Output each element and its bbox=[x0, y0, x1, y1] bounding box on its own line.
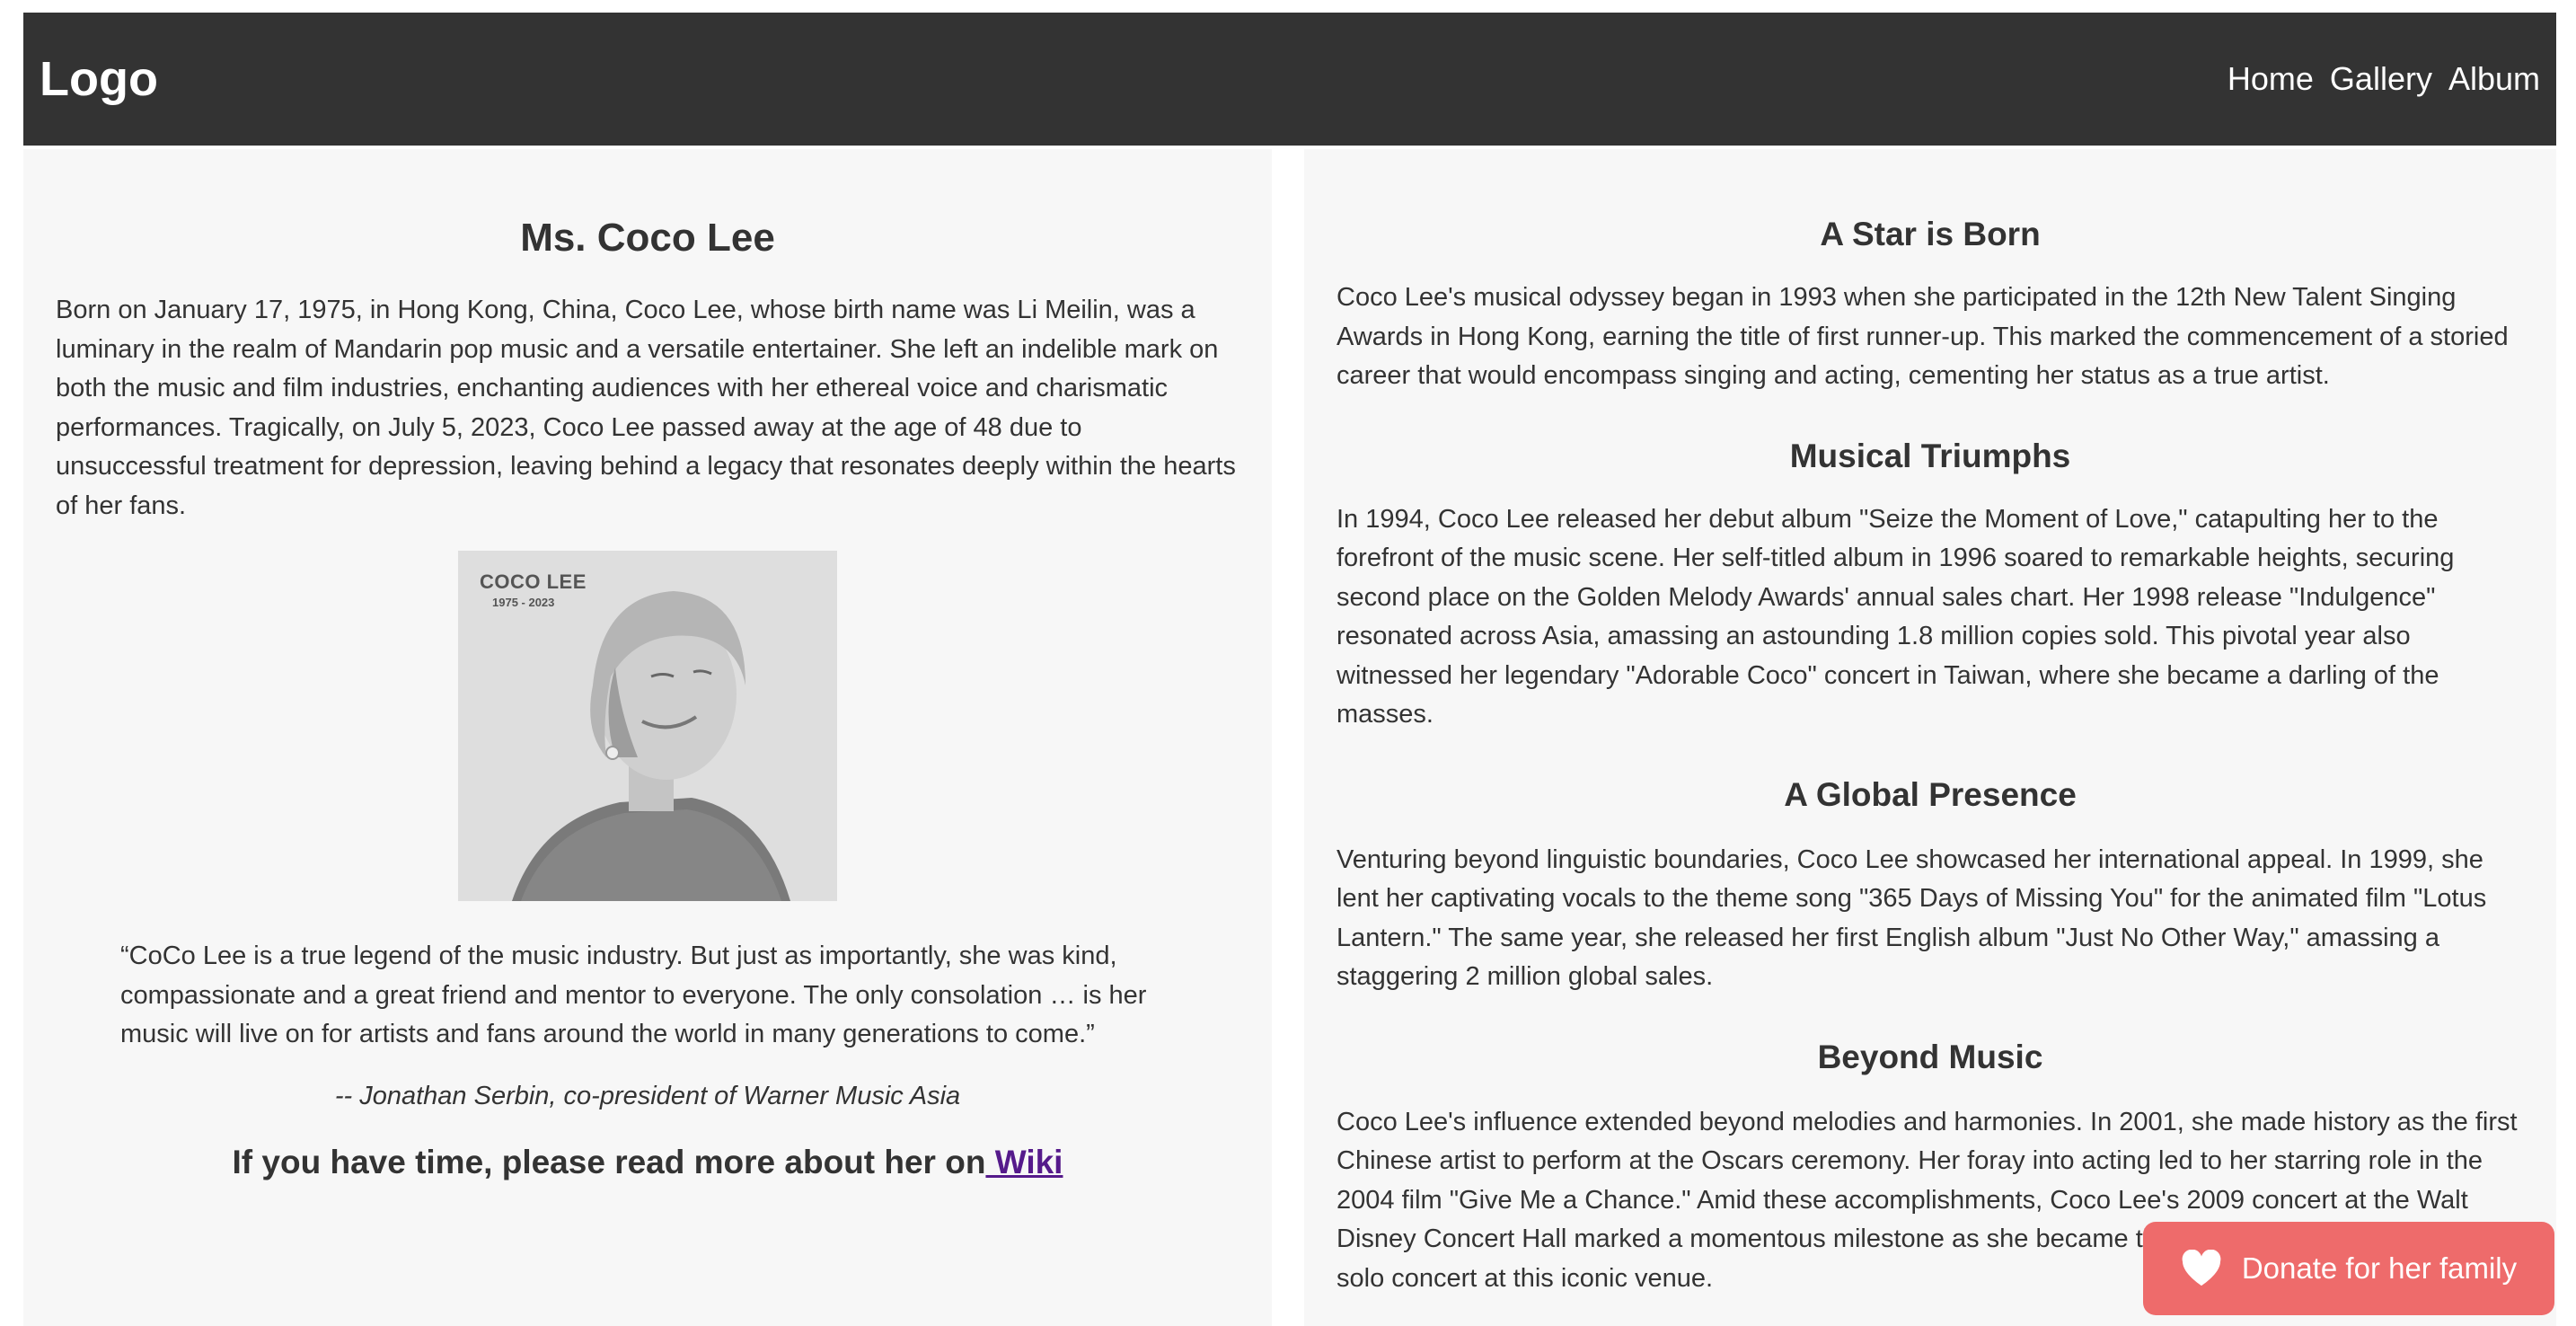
quote-attribution: -- Jonathan Serbin, co-president of Warn… bbox=[334, 1081, 961, 1110]
section-text-global-presence: Venturing beyond linguistic boundaries, … bbox=[1337, 844, 2487, 992]
section-title-star-is-born: A Star is Born bbox=[1820, 216, 2041, 252]
photo-container: COCO LEE 1975 - 2023 bbox=[56, 551, 1239, 901]
tribute-quote: “CoCo Lee is a true legend of the music … bbox=[120, 941, 1147, 1048]
logo[interactable]: Logo bbox=[40, 51, 158, 107]
wiki-prompt-text: If you have time, please read more about… bbox=[232, 1143, 986, 1180]
section-text-star-is-born: Coco Lee's musical odyssey began in 1993… bbox=[1337, 283, 2509, 390]
nav-links: Home Gallery Album bbox=[2228, 60, 2540, 98]
section-title-beyond-music: Beyond Music bbox=[1817, 1038, 2043, 1075]
photo-caption: COCO LEE 1975 - 2023 bbox=[480, 570, 587, 609]
nav-link-album[interactable]: Album bbox=[2448, 60, 2540, 98]
section-title-musical-triumphs: Musical Triumphs bbox=[1789, 437, 2071, 474]
wiki-link[interactable]: Wiki bbox=[985, 1144, 1063, 1180]
section-title-global-presence: A Global Presence bbox=[1784, 775, 2077, 813]
wiki-prompt: If you have time, please read more about… bbox=[56, 1144, 1239, 1181]
page-title: Ms. Coco Lee bbox=[520, 216, 775, 260]
photo-caption-name: COCO LEE bbox=[480, 570, 587, 593]
biography-panel: Ms. Coco Lee Born on January 17, 1975, i… bbox=[23, 149, 1272, 1326]
photo-caption-years: 1975 - 2023 bbox=[492, 596, 555, 609]
biography-text: Born on January 17, 1975, in Hong Kong, … bbox=[56, 296, 1236, 520]
career-panel: A Star is Born Coco Lee's musical odysse… bbox=[1304, 149, 2556, 1326]
donate-button[interactable]: Donate for her family bbox=[2143, 1222, 2554, 1315]
coco-lee-photo: COCO LEE 1975 - 2023 bbox=[458, 551, 837, 901]
heart-icon bbox=[2181, 1249, 2222, 1287]
donate-button-label: Donate for her family bbox=[2241, 1251, 2518, 1285]
nav-link-home[interactable]: Home bbox=[2228, 60, 2314, 98]
navbar: Logo Home Gallery Album bbox=[23, 13, 2556, 146]
nav-link-gallery[interactable]: Gallery bbox=[2330, 60, 2432, 98]
section-text-musical-triumphs: In 1994, Coco Lee released her debut alb… bbox=[1337, 504, 2455, 729]
